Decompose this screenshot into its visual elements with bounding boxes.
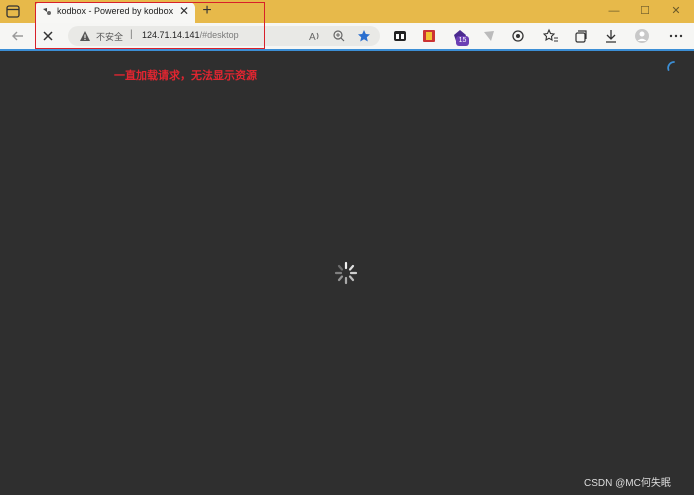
collections-icon[interactable] [573,28,589,44]
loading-spinner-icon [334,261,358,285]
svg-text:A: A [309,32,316,43]
extension-icons[interactable] [421,28,437,44]
downloads-icon[interactable] [603,28,619,44]
watermark: CSDN @MC何失眠 [584,478,671,489]
annotation-highlight-box [35,2,265,49]
zoom-icon[interactable] [332,29,346,43]
profile-icon[interactable] [634,28,650,44]
extension-badge: 15 [456,36,469,46]
back-arrow-icon[interactable] [10,28,26,44]
window-close-button[interactable]: ✕ [666,3,686,19]
favorites-icon[interactable] [543,28,559,44]
extension-icons[interactable] [481,28,497,44]
maximize-button[interactable]: ☐ [635,3,655,19]
annotation-text: 一直加载请求，无法显示资源 [114,70,257,82]
tab-actions-icon[interactable] [6,5,20,18]
loading-spinner-icon [667,61,675,71]
extension-icons[interactable] [392,28,408,44]
favorite-star-icon[interactable] [357,29,371,43]
minimize-button[interactable]: — [604,3,624,19]
settings-menu-icon[interactable] [510,28,526,44]
loading-accent-line [0,49,694,51]
more-menu-icon[interactable] [668,28,684,44]
read-aloud-icon[interactable]: A [308,29,322,43]
